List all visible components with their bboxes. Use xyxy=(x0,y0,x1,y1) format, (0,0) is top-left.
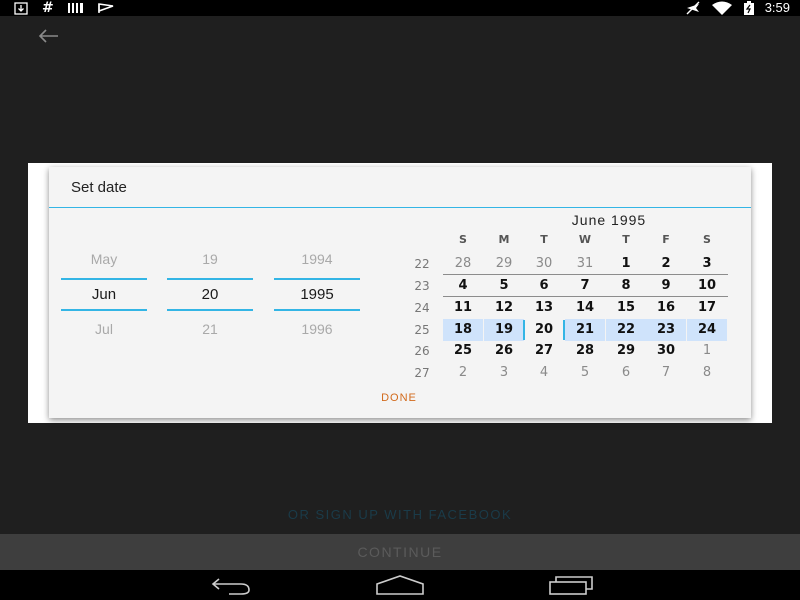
calendar-day[interactable]: 2 xyxy=(443,362,483,384)
calendar-day[interactable]: 19 xyxy=(484,319,524,341)
wifi-icon xyxy=(711,1,732,15)
calendar-day[interactable]: 29 xyxy=(484,253,524,275)
calendar-day[interactable]: 13 xyxy=(524,297,564,319)
calendar-day[interactable]: 30 xyxy=(524,253,564,275)
calendar-day[interactable]: 31 xyxy=(565,253,605,275)
calendar-month-label: June 1995 xyxy=(571,212,647,228)
flag-icon xyxy=(97,3,113,13)
calendar-day[interactable]: 9 xyxy=(646,275,686,297)
day-current[interactable]: 20 xyxy=(167,278,253,311)
calendar-day[interactable]: 14 xyxy=(565,297,605,319)
calendar-day[interactable]: 8 xyxy=(687,362,727,384)
day-next[interactable]: 21 xyxy=(167,311,253,348)
calendar-day[interactable]: 28 xyxy=(565,340,605,362)
home-icon[interactable] xyxy=(375,574,425,596)
selected-date-marker xyxy=(563,320,565,340)
calendar-day[interactable]: 29 xyxy=(606,340,646,362)
calendar-day-of-week: S xyxy=(703,233,711,246)
calendar-day[interactable]: 28 xyxy=(443,253,483,275)
calendar-day-of-week: F xyxy=(662,233,670,246)
title-divider xyxy=(49,207,751,208)
calendar-day[interactable]: 22 xyxy=(606,319,646,341)
download-icon xyxy=(14,1,28,15)
calendar-day[interactable]: 21 xyxy=(565,319,605,341)
hash-icon: # xyxy=(42,0,54,16)
calendar-day[interactable]: 15 xyxy=(606,297,646,319)
calendar-day[interactable]: 4 xyxy=(443,275,483,297)
facebook-signup-link[interactable]: OR SIGN UP WITH FACEBOOK xyxy=(0,507,800,522)
set-date-dialog: Set date May Jun Jul 19 20 21 1994 1995 … xyxy=(49,167,751,418)
calendar-day[interactable]: 24 xyxy=(687,319,727,341)
calendar-day[interactable]: 11 xyxy=(443,297,483,319)
calendar-day[interactable]: 1 xyxy=(606,253,646,275)
day-spinner[interactable]: 19 20 21 xyxy=(167,241,253,348)
calendar-week-number: 25 xyxy=(414,323,430,337)
year-prev[interactable]: 1994 xyxy=(274,241,360,278)
calendar-day[interactable]: 8 xyxy=(606,275,646,297)
calendar-row-divider xyxy=(443,274,728,275)
calendar-day[interactable]: 26 xyxy=(484,340,524,362)
calendar-day-of-week: W xyxy=(578,233,592,246)
selected-date-marker xyxy=(523,320,525,340)
calendar-day[interactable]: 3 xyxy=(484,362,524,384)
airplane-off-icon xyxy=(686,1,700,15)
calendar-day[interactable]: 4 xyxy=(524,362,564,384)
back-icon[interactable] xyxy=(205,574,253,596)
dialog-title: Set date xyxy=(71,179,127,196)
calendar-day[interactable]: 27 xyxy=(524,340,564,362)
barcode-icon xyxy=(67,3,83,13)
calendar-day-of-week: T xyxy=(622,233,630,246)
back-arrow-icon[interactable] xyxy=(36,26,62,46)
calendar-day[interactable]: 7 xyxy=(565,275,605,297)
status-time: 3:59 xyxy=(764,0,790,15)
day-prev[interactable]: 19 xyxy=(167,241,253,278)
calendar-day[interactable]: 5 xyxy=(565,362,605,384)
calendar-day-of-week: S xyxy=(459,233,467,246)
calendar-day[interactable]: 6 xyxy=(524,275,564,297)
calendar-week-number: 26 xyxy=(414,344,430,358)
status-bar: # 3:59 xyxy=(0,0,800,16)
year-current[interactable]: 1995 xyxy=(274,278,360,311)
calendar-day[interactable]: 5 xyxy=(484,275,524,297)
calendar-day[interactable]: 1 xyxy=(687,340,727,362)
calendar-day[interactable]: 7 xyxy=(646,362,686,384)
month-next[interactable]: Jul xyxy=(61,311,147,348)
recents-icon[interactable] xyxy=(548,574,596,596)
calendar-week-number: 27 xyxy=(414,366,430,380)
calendar-day[interactable]: 16 xyxy=(646,297,686,319)
calendar-day[interactable]: 2 xyxy=(646,253,686,275)
calendar-row-divider xyxy=(443,296,728,297)
calendar-week-number: 23 xyxy=(414,279,430,293)
calendar-day[interactable]: 18 xyxy=(443,319,483,341)
month-spinner[interactable]: May Jun Jul xyxy=(61,241,147,348)
year-spinner[interactable]: 1994 1995 1996 xyxy=(274,241,360,348)
calendar-day[interactable]: 12 xyxy=(484,297,524,319)
battery-icon xyxy=(743,1,754,15)
calendar-day[interactable]: 23 xyxy=(646,319,686,341)
navigation-bar xyxy=(0,570,800,600)
month-prev[interactable]: May xyxy=(61,241,147,278)
calendar-day[interactable]: 20 xyxy=(524,319,564,341)
calendar-day[interactable]: 30 xyxy=(646,340,686,362)
calendar-day[interactable]: 17 xyxy=(687,297,727,319)
month-current[interactable]: Jun xyxy=(61,278,147,311)
calendar-day-of-week: M xyxy=(498,233,510,246)
calendar-day[interactable]: 3 xyxy=(687,253,727,275)
calendar-day-of-week: T xyxy=(540,233,548,246)
calendar-week-number: 24 xyxy=(414,301,430,315)
calendar-day[interactable]: 10 xyxy=(687,275,727,297)
calendar-week-number: 22 xyxy=(414,257,430,271)
calendar-day[interactable]: 6 xyxy=(606,362,646,384)
continue-button[interactable]: CONTINUE xyxy=(0,534,800,570)
year-next[interactable]: 1996 xyxy=(274,311,360,348)
calendar-day[interactable]: 25 xyxy=(443,340,483,362)
done-button[interactable]: DONE xyxy=(349,392,449,404)
